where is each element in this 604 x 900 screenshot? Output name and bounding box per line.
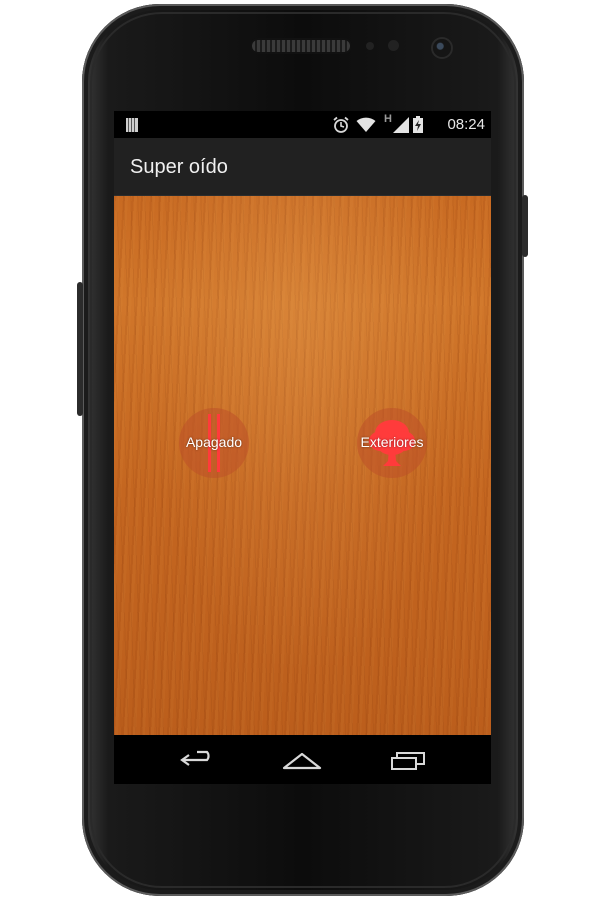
earpiece-speaker xyxy=(252,40,350,52)
status-bar: H 08:24 xyxy=(114,111,491,138)
home-icon xyxy=(282,752,322,770)
app-title: Super oído xyxy=(130,156,228,178)
signal-icon xyxy=(393,117,409,138)
back-icon xyxy=(180,750,210,766)
status-icons: H xyxy=(332,113,442,134)
recent-apps-button[interactable] xyxy=(386,747,430,773)
mode-outdoors-label: Exteriores xyxy=(360,434,424,450)
proximity-sensor xyxy=(366,42,374,50)
notification-icon xyxy=(126,118,138,132)
network-type-label: H xyxy=(384,113,392,125)
mode-outdoors-button[interactable]: Exteriores xyxy=(357,408,427,478)
camera-background: Apagado Exteriores xyxy=(114,196,491,735)
mode-off-label: Apagado xyxy=(185,434,243,450)
action-bar: Super oído xyxy=(114,138,491,196)
power-key xyxy=(522,195,528,257)
wifi-icon xyxy=(356,117,376,138)
battery-icon xyxy=(413,116,423,138)
back-button[interactable] xyxy=(177,747,221,773)
volume-key xyxy=(77,282,83,416)
status-time: 08:24 xyxy=(447,116,485,133)
light-sensor xyxy=(388,40,399,51)
home-button[interactable] xyxy=(280,747,324,773)
navigation-bar xyxy=(114,735,491,784)
front-camera xyxy=(433,39,451,57)
recent-apps-icon xyxy=(391,752,425,770)
alarm-icon xyxy=(332,116,350,139)
mode-off-button[interactable]: Apagado xyxy=(179,408,249,478)
phone-screen: H 08:24 Super oído Apagado Exteriores xyxy=(114,111,491,784)
